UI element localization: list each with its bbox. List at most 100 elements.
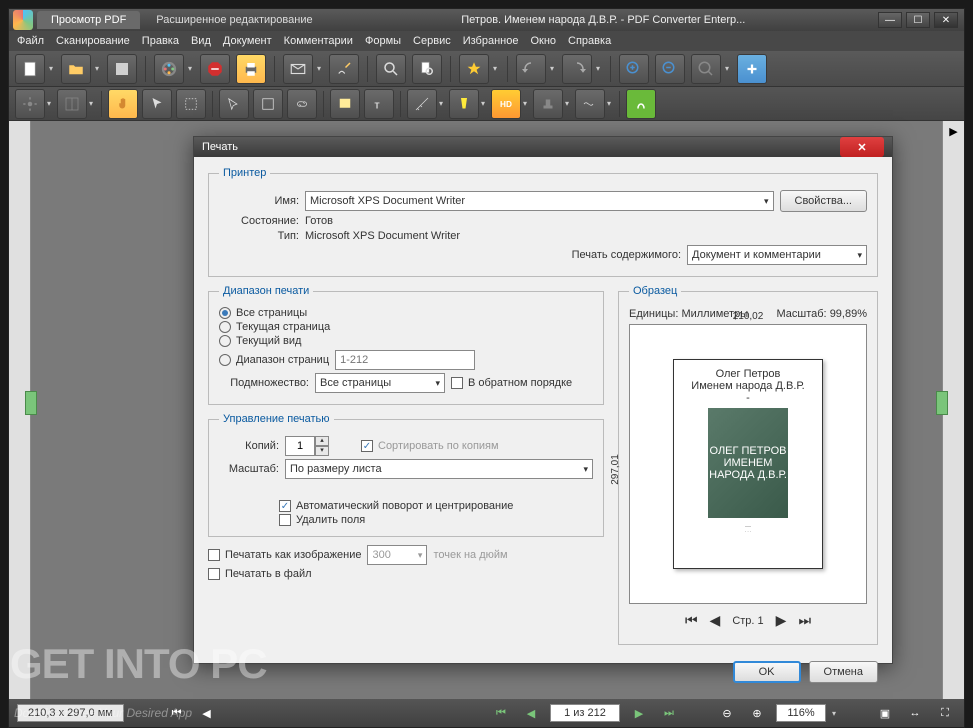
text-icon[interactable]: T [364,89,394,119]
range-pages-radio[interactable]: Диапазон страниц [219,354,329,366]
close-button[interactable]: ✕ [934,12,958,28]
menu-document[interactable]: Документ [223,35,272,47]
stop-icon[interactable] [200,54,230,84]
squiggle-icon[interactable] [575,89,605,119]
range-all-radio[interactable]: Все страницы [219,307,593,319]
hd-icon[interactable]: HD [491,89,521,119]
preview-next-icon[interactable]: ▶ [776,612,787,629]
gear-icon[interactable] [15,89,45,119]
menu-scan[interactable]: Сканирование [56,35,130,47]
open-dropdown[interactable]: ▾ [93,64,101,73]
fit-page-icon[interactable]: ▣ [874,702,896,724]
menu-forms[interactable]: Формы [365,35,401,47]
ok-button[interactable]: OK [733,661,801,683]
zoom-input[interactable] [776,704,826,722]
preview-prev-icon[interactable]: ◀ [710,612,721,629]
nuance-icon[interactable] [626,89,656,119]
favorite-icon[interactable] [459,54,489,84]
search-icon[interactable] [376,54,406,84]
nav-first-icon[interactable]: ⏮ [166,702,188,724]
page-last-icon[interactable]: ⏭ [658,702,680,724]
note-icon[interactable] [330,89,360,119]
preview-first-icon[interactable]: ⏮ [685,612,698,629]
fit-width-icon[interactable]: ↔ [904,702,926,724]
maximize-button[interactable]: ☐ [906,12,930,28]
scroll-right-icon[interactable]: ▶ [943,121,964,142]
mail-dropdown[interactable]: ▾ [315,64,323,73]
scale-select[interactable]: По размеру листа [285,459,593,479]
zoom-dropdown-status[interactable]: ▾ [830,709,838,718]
menu-edit[interactable]: Правка [142,35,179,47]
minimize-button[interactable]: — [878,12,902,28]
range-view-radio[interactable]: Текущий вид [219,335,593,347]
zoom-in-status-icon[interactable]: ⊕ [746,702,768,724]
reverse-check[interactable]: В обратном порядке [451,377,572,389]
remove-margins-check[interactable]: Удалить поля [279,514,593,526]
name-label: Имя: [219,195,299,207]
open-file-icon[interactable] [61,54,91,84]
toolbar-main: ▾ ▾ ▾ ▾ ▾ ▾ ▾ ▾ [9,51,964,87]
range-current-radio[interactable]: Текущая страница [219,321,593,333]
menu-help[interactable]: Справка [568,35,611,47]
print-icon[interactable] [236,54,266,84]
hand-tool-icon[interactable] [108,89,138,119]
stamp-icon[interactable] [533,89,563,119]
properties-button[interactable]: Свойства... [780,190,867,212]
range-pages-input[interactable] [335,350,475,370]
pointer-icon[interactable] [142,89,172,119]
preview-last-icon[interactable]: ⏭ [798,612,811,629]
link-icon[interactable] [287,89,317,119]
search-doc-icon[interactable] [412,54,442,84]
menu-window[interactable]: Окно [530,35,556,47]
zoom-dropdown[interactable]: ▾ [723,64,731,73]
select-icon[interactable] [176,89,206,119]
as-image-check[interactable]: Печатать как изображение [208,549,361,561]
to-file-check[interactable]: Печатать в файл [208,568,604,580]
zoom-fit-icon[interactable] [691,54,721,84]
new-file-dropdown[interactable]: ▾ [47,64,55,73]
page-first-icon[interactable]: ⏮ [490,702,512,724]
mail-icon[interactable] [283,54,313,84]
new-file-icon[interactable] [15,54,45,84]
ruler-tab-right-icon[interactable] [936,391,948,415]
favorite-dropdown[interactable]: ▾ [491,64,499,73]
crop-icon[interactable] [253,89,283,119]
snapshot-icon[interactable] [219,89,249,119]
zoom-in-icon[interactable] [619,54,649,84]
page-prev-icon[interactable]: ◀ [520,702,542,724]
zoom-out-icon[interactable] [655,54,685,84]
redo-icon[interactable] [562,54,592,84]
menu-comments[interactable]: Комментарии [284,35,353,47]
sign-icon[interactable] [329,54,359,84]
copies-spinner[interactable]: ▴▾ [285,436,329,456]
tab-advanced-edit[interactable]: Расширенное редактирование [142,11,326,29]
undo-icon[interactable] [516,54,546,84]
content-select[interactable]: Документ и комментарии [687,245,867,265]
menu-service[interactable]: Сервис [413,35,451,47]
zoom-out-status-icon[interactable]: ⊖ [716,702,738,724]
menu-favorites[interactable]: Избранное [463,35,519,47]
printer-select[interactable]: Microsoft XPS Document Writer [305,191,774,211]
tab-view-pdf[interactable]: Просмотр PDF [37,11,140,29]
highlight-tool-icon[interactable] [449,89,479,119]
menu-file[interactable]: Файл [17,35,44,47]
menu-view[interactable]: Вид [191,35,211,47]
cancel-button[interactable]: Отмена [809,661,878,683]
subset-select[interactable]: Все страницы [315,373,445,393]
autorotate-check[interactable]: Автоматический поворот и центрирование [279,500,593,512]
page-next-icon[interactable]: ▶ [628,702,650,724]
page-number-input[interactable] [550,704,620,722]
printer-legend: Принтер [219,167,270,179]
ruler-tab-left-icon[interactable] [25,391,37,415]
undo-dropdown[interactable]: ▾ [548,64,556,73]
save-icon[interactable] [107,54,137,84]
redo-dropdown[interactable]: ▾ [594,64,602,73]
fullscreen-icon[interactable]: ⛶ [934,702,956,724]
color-icon[interactable] [154,54,184,84]
nav-prev-icon[interactable]: ◀ [196,702,218,724]
add-icon[interactable] [737,54,767,84]
dialog-close-button[interactable]: ✕ [840,137,884,157]
window-split-icon[interactable] [57,89,87,119]
color-dropdown[interactable]: ▾ [186,64,194,73]
measure-icon[interactable] [407,89,437,119]
